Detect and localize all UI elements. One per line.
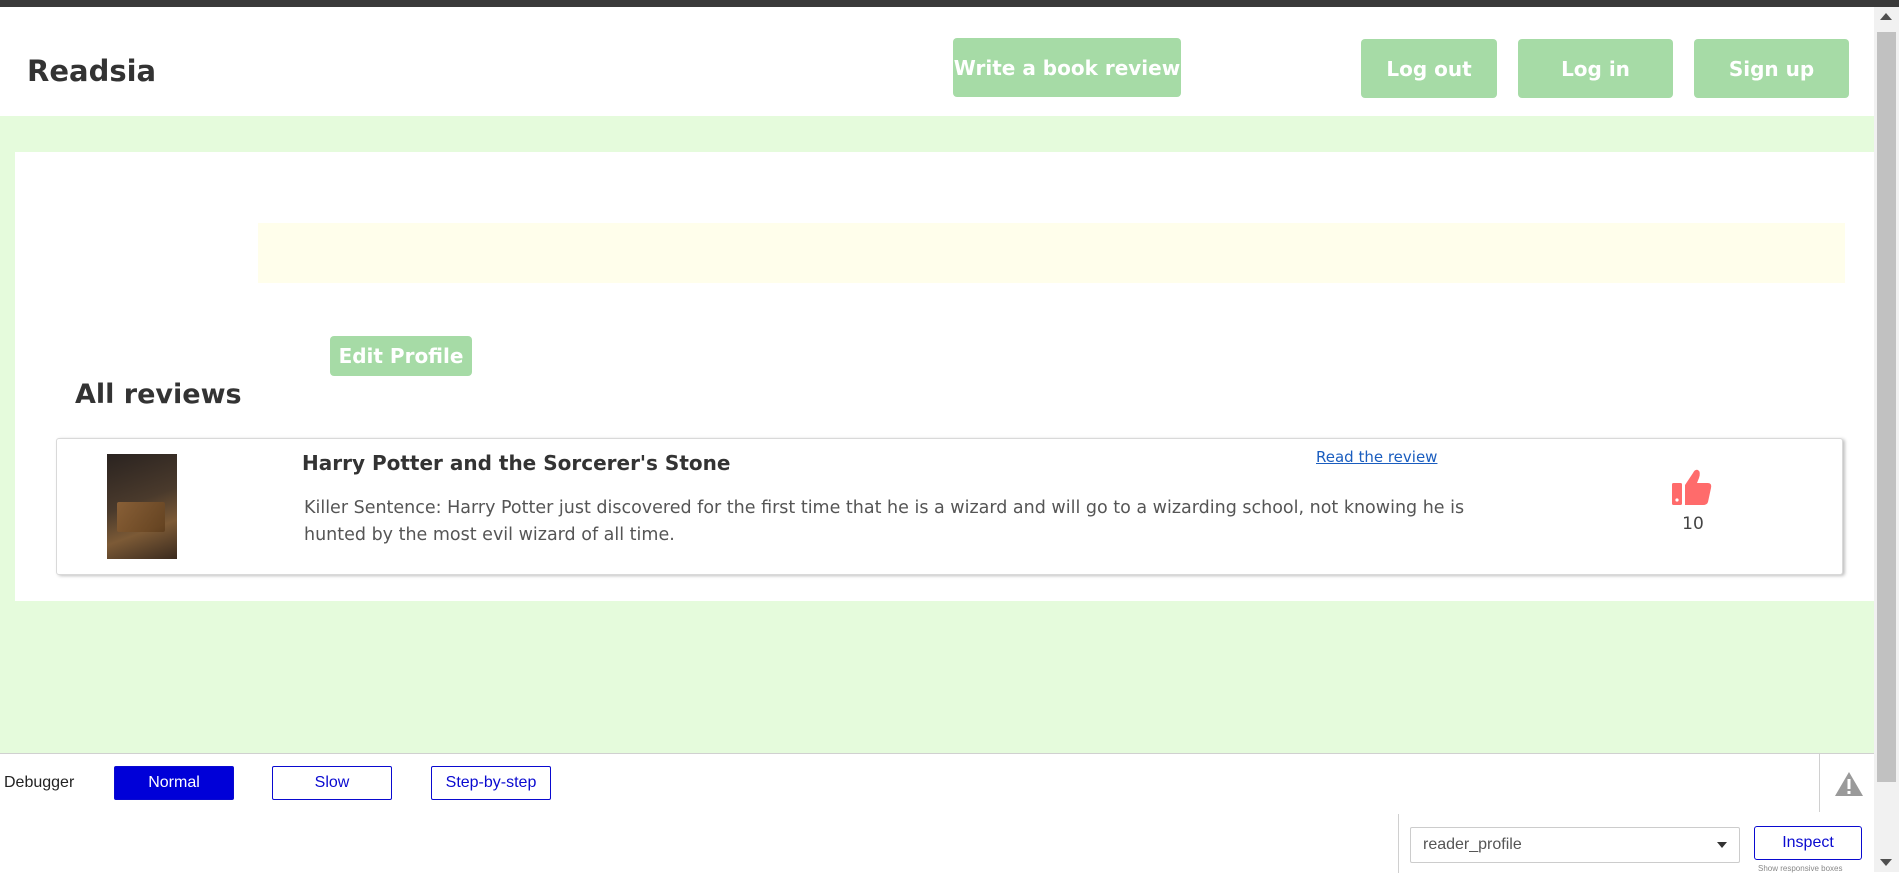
slow-mode-button[interactable]: Slow — [272, 766, 392, 800]
inspect-button[interactable]: Inspect — [1754, 826, 1862, 860]
debugger-label: Debugger — [4, 774, 75, 791]
edit-profile-button[interactable]: Edit Profile — [330, 336, 472, 376]
window-top-border — [0, 0, 1899, 7]
brand-logo[interactable]: Readsia — [27, 54, 156, 88]
vertical-scrollbar[interactable] — [1874, 7, 1899, 872]
book-cover-image[interactable] — [107, 454, 177, 559]
page-select[interactable]: reader_profile — [1410, 827, 1740, 863]
login-button[interactable]: Log in — [1518, 39, 1673, 98]
review-card: Harry Potter and the Sorcerer's Stone Re… — [56, 438, 1843, 575]
profile-bio-box — [258, 223, 1845, 283]
signup-button[interactable]: Sign up — [1694, 39, 1849, 98]
debugger-panel: Debugger Normal Slow Step-by-step reader… — [0, 753, 1874, 873]
book-title: Harry Potter and the Sorcerer's Stone — [302, 451, 731, 475]
scrollbar-thumb[interactable] — [1877, 32, 1896, 782]
inspector-controls: reader_profile Inspect Show responsive b… — [1398, 814, 1875, 873]
logout-button[interactable]: Log out — [1361, 39, 1497, 98]
step-by-step-button[interactable]: Step-by-step — [431, 766, 551, 800]
scroll-down-icon[interactable] — [1880, 859, 1892, 866]
read-review-link[interactable]: Read the review — [1316, 448, 1437, 466]
warning-icon[interactable] — [1834, 770, 1864, 798]
normal-mode-button[interactable]: Normal — [114, 766, 234, 800]
all-reviews-heading: All reviews — [75, 379, 242, 410]
review-excerpt: Killer Sentence: Harry Potter just disco… — [304, 498, 1465, 545]
like-count: 10 — [1682, 514, 1704, 534]
thumbs-up-icon[interactable] — [1671, 467, 1713, 507]
scroll-up-icon[interactable] — [1880, 13, 1892, 20]
chevron-down-icon — [1717, 842, 1727, 848]
page-select-value: reader_profile — [1423, 836, 1522, 853]
write-review-button[interactable]: Write a book review — [953, 38, 1181, 97]
warning-area — [1819, 754, 1875, 812]
